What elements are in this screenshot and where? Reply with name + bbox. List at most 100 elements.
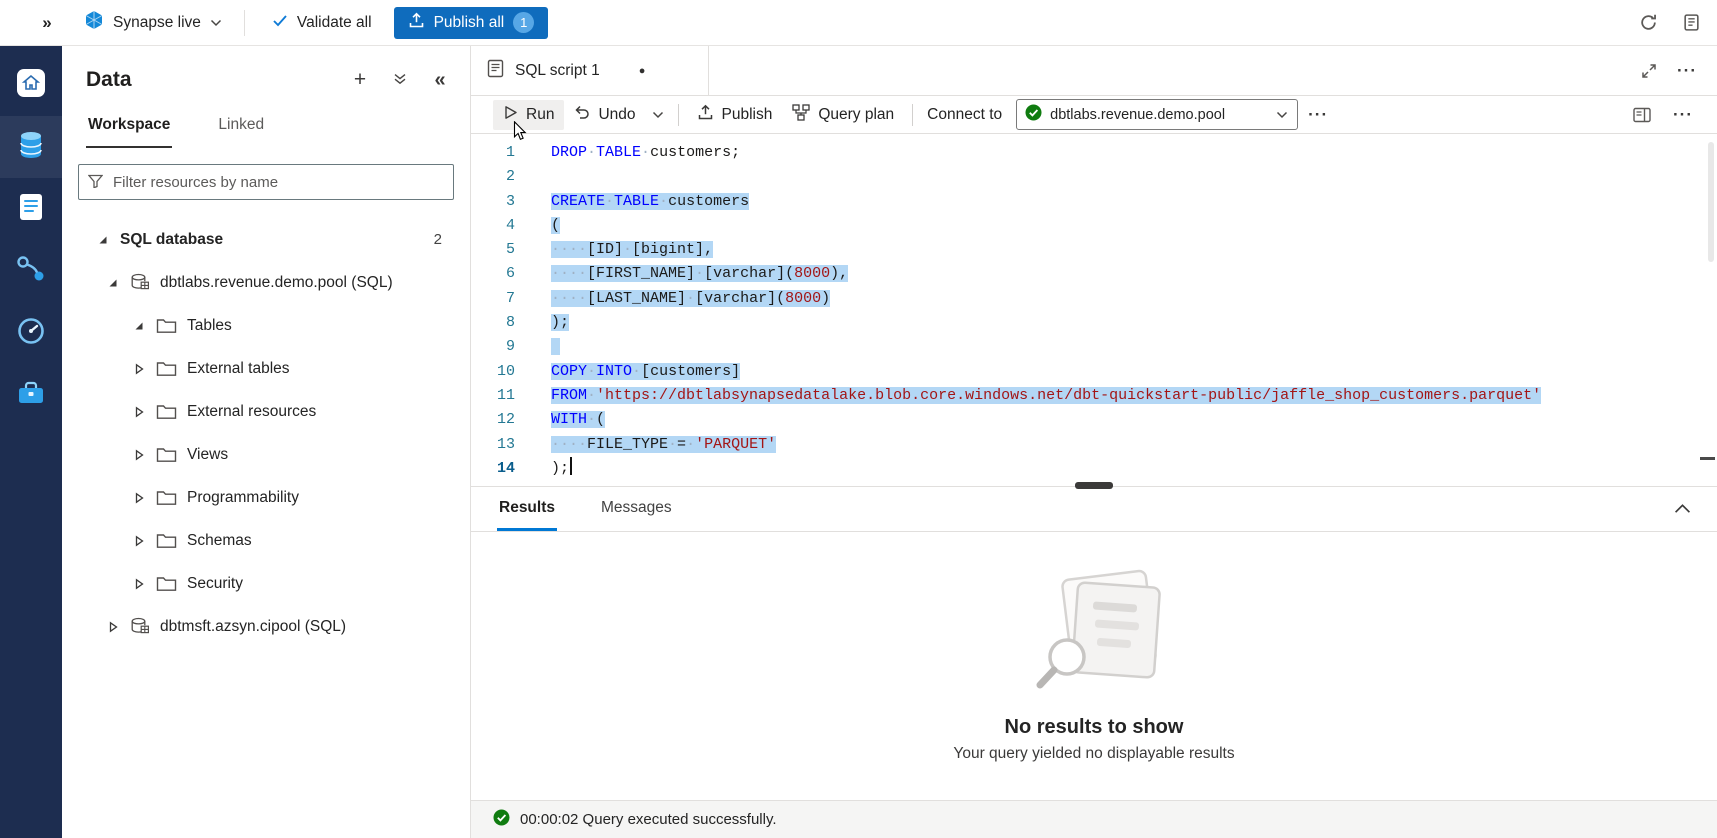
tree-item-external-tables[interactable]: External tables	[62, 347, 470, 390]
chevron-expanded-icon[interactable]	[106, 277, 120, 289]
tree-item-external-resources[interactable]: External resources	[62, 390, 470, 433]
folder-icon	[156, 403, 177, 420]
sql-editor[interactable]: 1DROP·TABLE·customers;23CREATE·TABLE·cus…	[471, 134, 1717, 486]
nav-integrate[interactable]	[0, 240, 62, 302]
chevron-expanded-icon[interactable]	[96, 234, 110, 246]
collapse-all-button[interactable]	[388, 68, 412, 92]
code-line-5[interactable]: 5····[ID]·[bigint],	[471, 238, 1717, 262]
run-button[interactable]: Run	[493, 100, 564, 130]
no-results-illustration	[1009, 569, 1179, 700]
undo-icon	[574, 104, 590, 125]
collapse-panel-button[interactable]: «	[428, 68, 452, 92]
line-content: );	[515, 457, 572, 481]
query-plan-icon	[792, 104, 810, 126]
tree-item-sql-database[interactable]: SQL database2	[62, 218, 470, 261]
tree-item-dbtmsft-azsyn-cipool-sql[interactable]: dbtmsft.azsyn.cipool (SQL)	[62, 605, 470, 648]
nav-home[interactable]	[0, 54, 62, 116]
tab-sql-script-1[interactable]: SQL script 1 ●	[471, 46, 709, 95]
divider	[912, 104, 913, 126]
tab-messages-label: Messages	[601, 499, 672, 517]
code-line-1[interactable]: 1DROP·TABLE·customers;	[471, 141, 1717, 165]
chevron-collapsed-icon[interactable]	[132, 492, 146, 504]
chevron-collapsed-icon[interactable]	[132, 363, 146, 375]
nav-data[interactable]	[0, 116, 62, 178]
toolbar-more-button[interactable]: ···	[1298, 100, 1338, 130]
refresh-button[interactable]	[1639, 13, 1658, 32]
resource-tree: SQL database2dbtlabs.revenue.demo.pool (…	[62, 212, 470, 838]
code-line-4[interactable]: 4(	[471, 214, 1717, 238]
chevron-collapsed-icon[interactable]	[132, 578, 146, 590]
nav-develop[interactable]	[0, 178, 62, 240]
divider	[244, 10, 245, 36]
line-number: 1	[471, 141, 515, 165]
chevron-expanded-icon[interactable]	[132, 320, 146, 332]
synapse-studio-window: » Synapse live Validate all Publish all …	[0, 0, 1717, 838]
code-line-6[interactable]: 6····[FIRST_NAME]·[varchar](8000),	[471, 262, 1717, 286]
filter-box	[78, 164, 454, 200]
code-line-13[interactable]: 13····FILE_TYPE·=·'PARQUET'	[471, 433, 1717, 457]
code-line-2[interactable]: 2	[471, 165, 1717, 189]
nav-manage[interactable]	[0, 364, 62, 426]
tree-item-security[interactable]: Security	[62, 562, 470, 605]
undo-button[interactable]: Undo	[564, 100, 645, 130]
connect-to-pool-select[interactable]: dbtlabs.revenue.demo.pool	[1016, 99, 1298, 130]
query-status-text: 00:00:02 Query executed successfully.	[520, 811, 777, 828]
tab-results[interactable]: Results	[497, 487, 557, 531]
nav-monitor[interactable]	[0, 302, 62, 364]
properties-button[interactable]	[1633, 107, 1651, 123]
tree-item-label: Security	[187, 575, 243, 593]
notebook-icon-button[interactable]	[1682, 13, 1701, 32]
panel-more-button[interactable]: ···	[1673, 105, 1693, 125]
tab-workspace[interactable]: Workspace	[86, 104, 172, 148]
expand-nav-button[interactable]: »	[32, 8, 62, 38]
app-body: Data + « Workspace	[0, 46, 1717, 838]
chevron-collapsed-icon[interactable]	[106, 621, 120, 633]
line-number: 12	[471, 408, 515, 432]
add-resource-button[interactable]: +	[348, 68, 372, 92]
nav-rail	[0, 46, 62, 838]
tree-item-schemas[interactable]: Schemas	[62, 519, 470, 562]
splitter-handle[interactable]	[1075, 482, 1113, 489]
tree-item-tables[interactable]: Tables	[62, 304, 470, 347]
plus-icon: +	[354, 68, 366, 92]
expand-editor-button[interactable]	[1641, 63, 1657, 79]
tab-linked[interactable]: Linked	[216, 104, 266, 148]
tree-item-views[interactable]: Views	[62, 433, 470, 476]
chevron-down-icon	[210, 14, 222, 32]
code-line-12[interactable]: 12WITH·(	[471, 408, 1717, 432]
line-content: DROP·TABLE·customers;	[515, 141, 740, 165]
code-line-7[interactable]: 7····[LAST_NAME]·[varchar](8000)	[471, 287, 1717, 311]
results-tab-bar: Results Messages	[471, 486, 1717, 532]
chevron-collapsed-icon[interactable]	[132, 535, 146, 547]
folder-icon	[156, 360, 177, 377]
validate-all-button[interactable]: Validate all	[261, 7, 382, 39]
chevron-collapsed-icon[interactable]	[132, 449, 146, 461]
mode-selector[interactable]: Synapse live	[78, 7, 228, 39]
query-plan-button[interactable]: Query plan	[782, 100, 904, 130]
tree-item-dbtlabs-revenue-demo-pool-sql[interactable]: dbtlabs.revenue.demo.pool (SQL)	[62, 261, 470, 304]
code-line-10[interactable]: 10COPY·INTO·[customers]	[471, 360, 1717, 384]
collapse-results-button[interactable]	[1674, 504, 1691, 514]
publish-button[interactable]: Publish	[687, 100, 783, 130]
code-line-3[interactable]: 3CREATE·TABLE·customers	[471, 190, 1717, 214]
filter-resources-input[interactable]	[78, 164, 454, 200]
undo-dropdown-button[interactable]	[646, 100, 670, 130]
sidebar-tabs: Workspace Linked	[62, 104, 470, 148]
pool-status-check-icon	[1025, 104, 1042, 126]
tab-more-button[interactable]: ···	[1677, 61, 1697, 81]
run-play-icon	[503, 105, 518, 125]
divider	[678, 104, 679, 126]
publish-all-button[interactable]: Publish all 1	[394, 7, 549, 39]
code-line-14[interactable]: 14);	[471, 457, 1717, 481]
code-line-9[interactable]: 9	[471, 335, 1717, 359]
code-line-11[interactable]: 11FROM·'https://dbtlabsynapsedatalake.bl…	[471, 384, 1717, 408]
chevron-collapsed-icon[interactable]	[132, 406, 146, 418]
line-number: 8	[471, 311, 515, 335]
editor-scrollbar[interactable]	[1708, 142, 1714, 262]
tree-item-label: Tables	[187, 317, 232, 335]
validate-all-label: Validate all	[297, 14, 372, 32]
tree-item-programmability[interactable]: Programmability	[62, 476, 470, 519]
tab-messages[interactable]: Messages	[599, 487, 674, 531]
code-line-8[interactable]: 8);	[471, 311, 1717, 335]
empty-results-title: No results to show	[1005, 716, 1184, 739]
